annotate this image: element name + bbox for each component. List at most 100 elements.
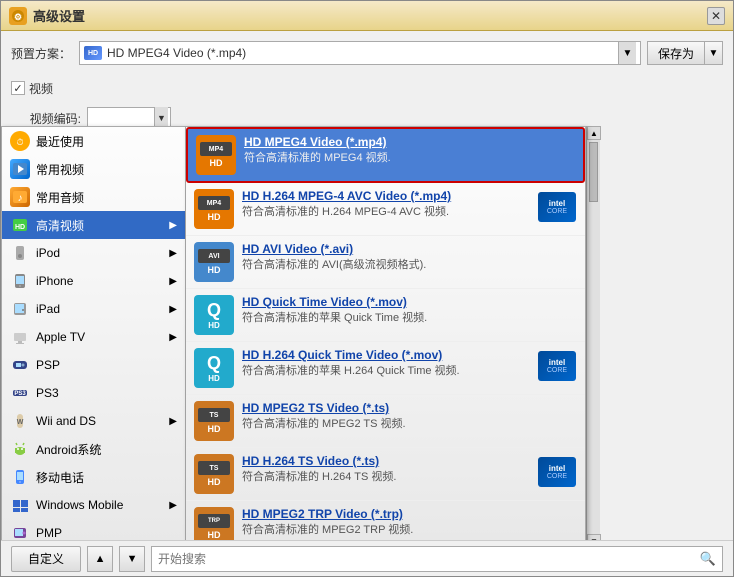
video-checkbox[interactable]: ✓ [11,81,25,95]
menu-item-android[interactable]: Android系统 [2,435,185,463]
window-title: 高级设置 [33,6,707,25]
app-icon: ⚙ [9,7,27,25]
preset-value: HD MPEG4 Video (*.mp4) [107,46,618,60]
format-badge-hd-h264-ts: TS HD [194,454,234,494]
format-name-hd-mov: HD Quick Time Video (*.mov) [242,295,577,309]
format-item-hd-h264-mp4[interactable]: MP4 HD HD H.264 MPEG-4 AVC Video (*.mp4)… [186,183,585,236]
menu-right: MP4 HD HD MPEG4 Video (*.mp4) 符合高清标准的 MP… [186,126,586,540]
format-badge-hd-h264-mov: Q HD [194,348,234,388]
save-button[interactable]: 保存为 [647,41,705,65]
format-desc-hd-h264-mov: 符合高清标准的苹果 H.264 Quick Time 视频. [242,364,531,379]
common-audio-icon: ♪ [10,187,30,207]
menu-item-common-video-label: 常用视频 [36,161,177,178]
save-dropdown-button[interactable]: ▼ [705,41,723,65]
scroll-down-button[interactable]: ▼ [587,534,601,540]
format-desc-hd-ts: 符合高清标准的 MPEG2 TS 视频. [242,417,577,432]
menu-item-mobile-label: 移动电话 [36,469,177,486]
nav-down-button[interactable]: ▼ [119,546,145,572]
wii-arrow: ▶ [169,416,177,427]
menu-item-psp-label: PSP [36,358,177,372]
format-item-hd-h264-mov[interactable]: Q HD HD H.264 Quick Time Video (*.mov) 符… [186,342,585,395]
menu-item-psp[interactable]: PSP [2,351,185,379]
svg-text:W: W [17,419,24,426]
format-desc-hd-avi: 符合高清标准的 AVI(高级流视频格式). [242,258,577,273]
scrollbar: ▲ ▼ [586,126,600,540]
scroll-thumb[interactable] [589,142,598,202]
psp-icon [10,355,30,375]
mobile-icon [10,467,30,487]
menu-item-ipad[interactable]: iPad ▶ [2,295,185,323]
format-item-hd-ts[interactable]: TS HD HD MPEG2 TS Video (*.ts) 符合高清标准的 M… [186,395,585,448]
ipod-icon [10,243,30,263]
format-name-hd-h264-mov: HD H.264 Quick Time Video (*.mov) [242,348,531,362]
format-badge-hd-ts: TS HD [194,401,234,441]
video-label: 视频 [29,80,53,97]
winmobile-arrow: ▶ [169,500,177,511]
video-checkbox-row: ✓ 视频 [11,75,171,101]
customize-button[interactable]: 自定义 [11,546,81,572]
menu-item-android-label: Android系统 [36,441,177,458]
bottom-bar: 自定义 ▲ ▼ 🔍 [1,540,733,576]
menu-right-container: MP4 HD HD MPEG4 Video (*.mp4) 符合高清标准的 MP… [186,126,586,540]
menu-item-ps3-label: PS3 [36,386,177,400]
recent-icon: ⏱ [10,131,30,151]
menu-item-common-audio-label: 常用音频 [36,189,177,206]
menu-item-appletv[interactable]: Apple TV ▶ [2,323,185,351]
format-name-hd-h264-mp4: HD H.264 MPEG-4 AVC Video (*.mp4) [242,189,531,203]
format-item-hd-mp4[interactable]: MP4 HD HD MPEG4 Video (*.mp4) 符合高清标准的 MP… [186,127,585,183]
format-badge-hd-mp4: MP4 HD [196,135,236,175]
menu-item-iphone[interactable]: iPhone ▶ [2,267,185,295]
menu-item-pmp[interactable]: PMP [2,519,185,540]
appletv-arrow: ▶ [169,332,177,343]
close-button[interactable]: ✕ [707,7,725,25]
preset-label: 预置方案： [11,45,71,62]
preset-select[interactable]: HD HD MPEG4 Video (*.mp4) ▼ [79,41,641,65]
menu-item-wii[interactable]: W Wii and DS ▶ [2,407,185,435]
menu-item-ipod[interactable]: iPod ▶ [2,239,185,267]
format-desc-hd-mov: 符合高清标准的苹果 Quick Time 视频. [242,311,577,326]
format-desc-hd-mp4: 符合高清标准的 MPEG4 视频. [244,151,575,166]
iphone-arrow: ▶ [169,276,177,287]
format-item-hd-mov[interactable]: Q HD HD Quick Time Video (*.mov) 符合高清标准的… [186,289,585,342]
search-input[interactable] [158,552,700,566]
menu-item-iphone-label: iPhone [36,274,165,288]
format-item-hd-h264-ts[interactable]: TS HD HD H.264 TS Video (*.ts) 符合高清标准的 H… [186,448,585,501]
menu-item-ps3[interactable]: PS3 PS3 [2,379,185,407]
menu-item-hd[interactable]: HD 高清视频 ▶ ➜ [2,211,185,239]
preset-row: 预置方案： HD HD MPEG4 Video (*.mp4) ▼ 保存为 ▼ [11,41,723,65]
search-icon[interactable]: 🔍 [700,551,716,567]
format-info-hd-ts: HD MPEG2 TS Video (*.ts) 符合高清标准的 MPEG2 T… [242,401,577,432]
svg-text:⏱: ⏱ [16,137,23,147]
ipod-arrow: ▶ [169,248,177,259]
menu-item-common-video[interactable]: 常用视频 [2,155,185,183]
menu-item-winmobile[interactable]: Windows Mobile ▶ [2,491,185,519]
content-area: 预置方案： HD HD MPEG4 Video (*.mp4) ▼ 保存为 ▼ … [1,31,733,540]
menu-item-appletv-label: Apple TV [36,330,165,344]
preset-icon: HD [84,46,102,60]
iphone-icon [10,271,30,291]
menu-item-mobile[interactable]: 移动电话 [2,463,185,491]
dropdown-menu: ⏱ 最近使用 常用视频 ♪ 常用音频 [1,126,600,540]
hd-icon: HD [10,215,30,235]
main-window: ⚙ 高级设置 ✕ 预置方案： HD HD MPEG4 Video (*.mp4)… [0,0,734,577]
winmobile-icon [10,495,30,515]
menu-item-ipod-label: iPod [36,246,165,260]
scroll-up-button[interactable]: ▲ [587,126,601,140]
format-item-hd-avi[interactable]: AVI HD HD AVI Video (*.avi) 符合高清标准的 AVI(… [186,236,585,289]
ipad-arrow: ▶ [169,304,177,315]
nav-up-button[interactable]: ▲ [87,546,113,572]
appletv-icon [10,327,30,347]
menu-item-common-audio[interactable]: ♪ 常用音频 [2,183,185,211]
intel-badge-6: intel CORE [537,454,577,490]
format-item-hd-trp[interactable]: TRP HD HD MPEG2 TRP Video (*.trp) 符合高清标准… [186,501,585,540]
svg-text:PS3: PS3 [14,391,26,397]
format-name-hd-mp4: HD MPEG4 Video (*.mp4) [244,135,575,149]
preset-dropdown-button[interactable]: ▼ [618,42,636,64]
hd-arrow: ▶ [169,220,177,231]
format-badge-hd-avi: AVI HD [194,242,234,282]
format-name-hd-h264-ts: HD H.264 TS Video (*.ts) [242,454,531,468]
menu-item-recent[interactable]: ⏱ 最近使用 [2,127,185,155]
scroll-track[interactable] [587,140,600,534]
format-badge-hd-trp: TRP HD [194,507,234,540]
svg-text:HD: HD [15,224,25,231]
